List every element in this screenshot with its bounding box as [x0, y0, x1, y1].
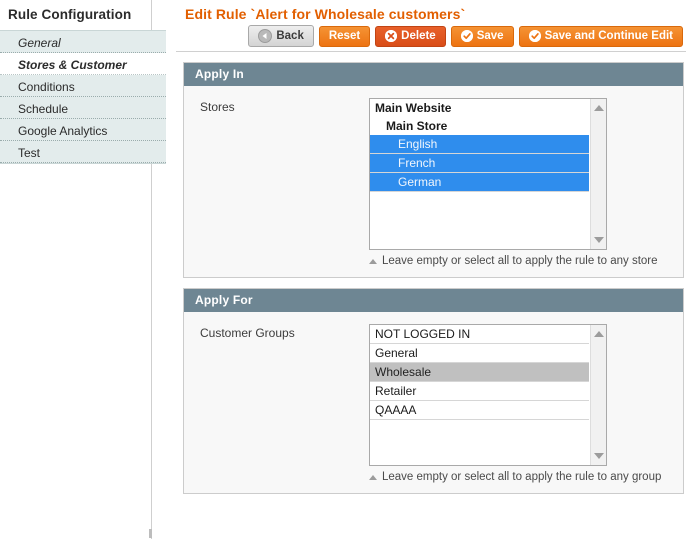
option-label: French: [398, 156, 435, 170]
option-label: QAAAA: [375, 403, 416, 417]
sidebar-item-conditions[interactable]: Conditions: [0, 75, 166, 97]
stores-hint: Leave empty or select all to apply the r…: [369, 255, 683, 267]
stores-option-english[interactable]: English: [370, 135, 589, 154]
apply-in-fieldset: Apply In Stores Main Website Main Store: [183, 62, 684, 278]
back-button-label: Back: [276, 30, 304, 43]
save-button[interactable]: Save: [451, 26, 514, 47]
header-divider: [176, 51, 686, 52]
sidebar-item-label: Schedule: [18, 102, 68, 116]
customer-groups-field-control: NOT LOGGED IN General Wholesale Retailer: [369, 324, 683, 483]
apply-in-section-title: Apply In: [184, 63, 683, 86]
sidebar-item-schedule[interactable]: Schedule: [0, 97, 166, 119]
option-label: General: [375, 346, 418, 360]
customer-groups-hint: Leave empty or select all to apply the r…: [369, 471, 683, 483]
stores-field-control: Main Website Main Store English French: [369, 98, 683, 267]
delete-x-circle-icon: [385, 30, 397, 42]
sidebar-tab-list: General Stores & Customer Groups Conditi…: [0, 30, 166, 164]
option-label: English: [398, 137, 437, 151]
customer-group-option-not-logged-in[interactable]: NOT LOGGED IN: [370, 325, 589, 344]
sidebar-title: Rule Configuration: [0, 0, 151, 30]
option-label: Wholesale: [375, 365, 431, 379]
rule-configuration-sidebar: Rule Configuration General Stores & Cust…: [0, 0, 152, 539]
stores-scrollbar[interactable]: [590, 99, 606, 249]
sidebar-item-google-analytics[interactable]: Google Analytics: [0, 119, 166, 141]
option-label: Main Store: [386, 119, 447, 133]
stores-option-list: Main Website Main Store English French: [370, 99, 589, 192]
save-check-circle-icon: [461, 30, 473, 42]
save-button-label: Save: [477, 30, 504, 43]
customer-groups-scrollbar[interactable]: [590, 325, 606, 465]
reset-button[interactable]: Reset: [319, 26, 370, 47]
option-label: NOT LOGGED IN: [375, 327, 470, 341]
stores-hint-text: Leave empty or select all to apply the r…: [382, 255, 658, 267]
scroll-down-arrow-icon[interactable]: [593, 450, 605, 462]
customer-group-option-retailer[interactable]: Retailer: [370, 382, 589, 401]
sidebar-item-label: Conditions: [18, 80, 75, 94]
back-button[interactable]: Back: [248, 25, 314, 47]
divider-mark: [149, 529, 152, 538]
apply-in-body: Stores Main Website Main Store: [184, 86, 683, 277]
option-label: Retailer: [375, 384, 416, 398]
stores-multiselect[interactable]: Main Website Main Store English French: [369, 98, 607, 250]
main-content: Edit Rule `Alert for Wholesale customers…: [176, 0, 686, 539]
scroll-up-arrow-icon[interactable]: [593, 328, 605, 340]
save-check-circle-icon: [529, 30, 541, 42]
option-label: German: [398, 175, 441, 189]
save-and-continue-edit-button[interactable]: Save and Continue Edit: [519, 26, 683, 47]
stores-option-french[interactable]: French: [370, 154, 589, 173]
sidebar-item-general[interactable]: General: [0, 31, 166, 53]
hint-triangle-icon: [369, 475, 377, 480]
scroll-down-arrow-icon[interactable]: [593, 234, 605, 246]
sidebar-item-test[interactable]: Test: [0, 141, 166, 163]
customer-group-option-wholesale[interactable]: Wholesale: [370, 363, 589, 382]
customer-groups-multiselect[interactable]: NOT LOGGED IN General Wholesale Retailer: [369, 324, 607, 466]
sidebar-item-label: Test: [18, 146, 40, 160]
page-action-buttons: Back Reset Delete: [176, 24, 686, 47]
apply-for-fieldset: Apply For Customer Groups NOT LOGGED IN …: [183, 288, 684, 494]
delete-button[interactable]: Delete: [375, 26, 446, 47]
hint-triangle-icon: [369, 259, 377, 264]
save-and-continue-edit-button-label: Save and Continue Edit: [545, 30, 673, 43]
reset-button-label: Reset: [329, 30, 360, 43]
apply-for-section-title: Apply For: [184, 289, 683, 312]
customer-groups-field-label: Customer Groups: [184, 324, 369, 340]
admin-page: Rule Configuration General Stores & Cust…: [0, 0, 686, 539]
customer-groups-hint-text: Leave empty or select all to apply the r…: [382, 471, 661, 483]
customer-group-option-general[interactable]: General: [370, 344, 589, 363]
customer-groups-option-list: NOT LOGGED IN General Wholesale Retailer: [370, 325, 589, 420]
customer-groups-field-row: Customer Groups NOT LOGGED IN General: [184, 324, 683, 483]
stores-option-main-website[interactable]: Main Website: [370, 99, 589, 117]
sidebar-item-label: General: [18, 36, 61, 50]
customer-group-option-qaaaa[interactable]: QAAAA: [370, 401, 589, 420]
delete-button-label: Delete: [401, 30, 436, 43]
sidebar-item-stores-customer-groups[interactable]: Stores & Customer Groups: [0, 53, 166, 75]
sidebar-item-label: Google Analytics: [18, 124, 107, 138]
apply-for-body: Customer Groups NOT LOGGED IN General: [184, 312, 683, 493]
back-arrow-circle-icon: [258, 29, 272, 43]
stores-field-row: Stores Main Website Main Store: [184, 98, 683, 267]
stores-option-main-store[interactable]: Main Store: [370, 117, 589, 135]
page-title: Edit Rule `Alert for Wholesale customers…: [176, 0, 686, 24]
scroll-up-arrow-icon[interactable]: [593, 102, 605, 114]
stores-field-label: Stores: [184, 98, 369, 114]
option-label: Main Website: [375, 101, 451, 115]
stores-option-german[interactable]: German: [370, 173, 589, 192]
